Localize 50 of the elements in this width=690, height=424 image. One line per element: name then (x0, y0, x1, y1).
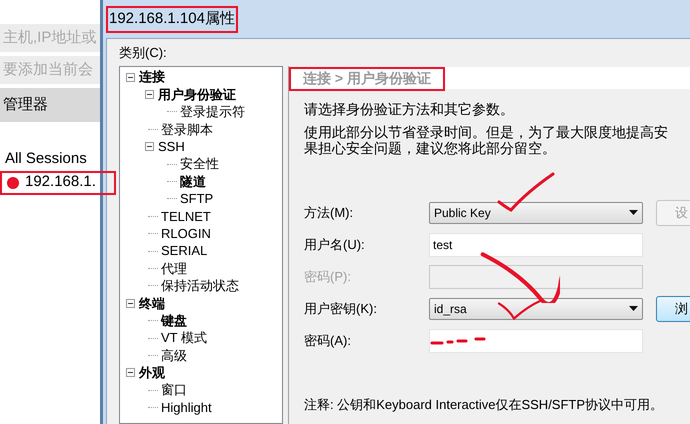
tree-item[interactable]: SERIAL (161, 241, 208, 261)
collapse-toggle-icon[interactable] (145, 142, 154, 152)
tree-item[interactable]: 窗口 (161, 380, 187, 400)
dropdown-field[interactable]: Public Key (429, 202, 643, 224)
session-icon (6, 176, 20, 190)
hint-text: 主机,IP地址或 (0, 24, 100, 52)
field-label: 方法(M): (304, 204, 354, 222)
tree-item[interactable]: 高级 (161, 346, 187, 366)
check-mark-icon (497, 171, 557, 213)
window-title: 192.168.1.104属性 (106, 6, 238, 32)
tree-item[interactable]: 键盘 (161, 310, 187, 330)
collapse-toggle-icon[interactable] (126, 368, 135, 378)
tree-item[interactable]: 终端 (139, 294, 165, 314)
input-field[interactable]: test (429, 232, 643, 256)
field-label: 用户密钥(K): (304, 300, 378, 318)
tree-item[interactable]: 外观 (139, 363, 165, 383)
description-text: 使用此部分以节省登录时间。但是，为了最大限度地提高安 果担心安全问题，建议您将此部分留空。 (304, 124, 669, 156)
tree-item[interactable]: 登录提示符 (180, 102, 245, 122)
panel-header: 管理器 (0, 88, 100, 122)
tree-item[interactable]: SFTP (180, 189, 214, 209)
tree-item[interactable]: RLOGIN (161, 224, 211, 244)
field-label: 密码(P): (304, 268, 352, 286)
dropdown-arrow-icon (629, 210, 638, 215)
session-item[interactable]: 192.168.1. (0, 170, 116, 194)
tree-item[interactable]: 连接 (139, 67, 165, 87)
collapse-toggle-icon[interactable] (145, 90, 154, 100)
field-label: 用户名(U): (304, 236, 366, 254)
tree-item[interactable]: 安全性 (180, 154, 219, 174)
tree-item[interactable]: VT 模式 (161, 328, 207, 348)
field-label: 密码(A): (304, 332, 352, 350)
dropdown-arrow-icon (629, 306, 638, 311)
dropdown-field[interactable]: id_rsa (429, 298, 643, 320)
breadcrumb: 连接 > 用户身份验证 (289, 66, 445, 90)
tree-item[interactable]: TELNET (161, 206, 211, 226)
tree-item[interactable]: 隧道 (180, 172, 206, 192)
collapse-toggle-icon[interactable] (126, 298, 135, 308)
hint-text: 要添加当前会 (0, 56, 100, 84)
side-button[interactable]: 浏 (656, 296, 690, 322)
intro-text: 请选择身份验证方法和其它参数。 (304, 100, 515, 118)
tree-item[interactable]: 代理 (161, 258, 187, 278)
category-label: 类别(C): (119, 44, 168, 62)
note-text: 注释: 公钥和Keyboard Interactive仅在SSH/SFTP协议中可用。 (304, 396, 664, 414)
tree-item[interactable]: 用户身份验证 (158, 84, 236, 104)
tree-item[interactable]: 登录脚本 (161, 120, 213, 140)
tree-item[interactable]: 保持活动状态 (161, 276, 239, 296)
input-field[interactable] (429, 328, 643, 352)
tree-item[interactable]: SSH (158, 137, 185, 157)
tree-root-label[interactable]: All Sessions (0, 148, 100, 170)
collapse-toggle-icon[interactable] (126, 72, 135, 82)
tree-item[interactable]: Highlight (161, 398, 212, 418)
